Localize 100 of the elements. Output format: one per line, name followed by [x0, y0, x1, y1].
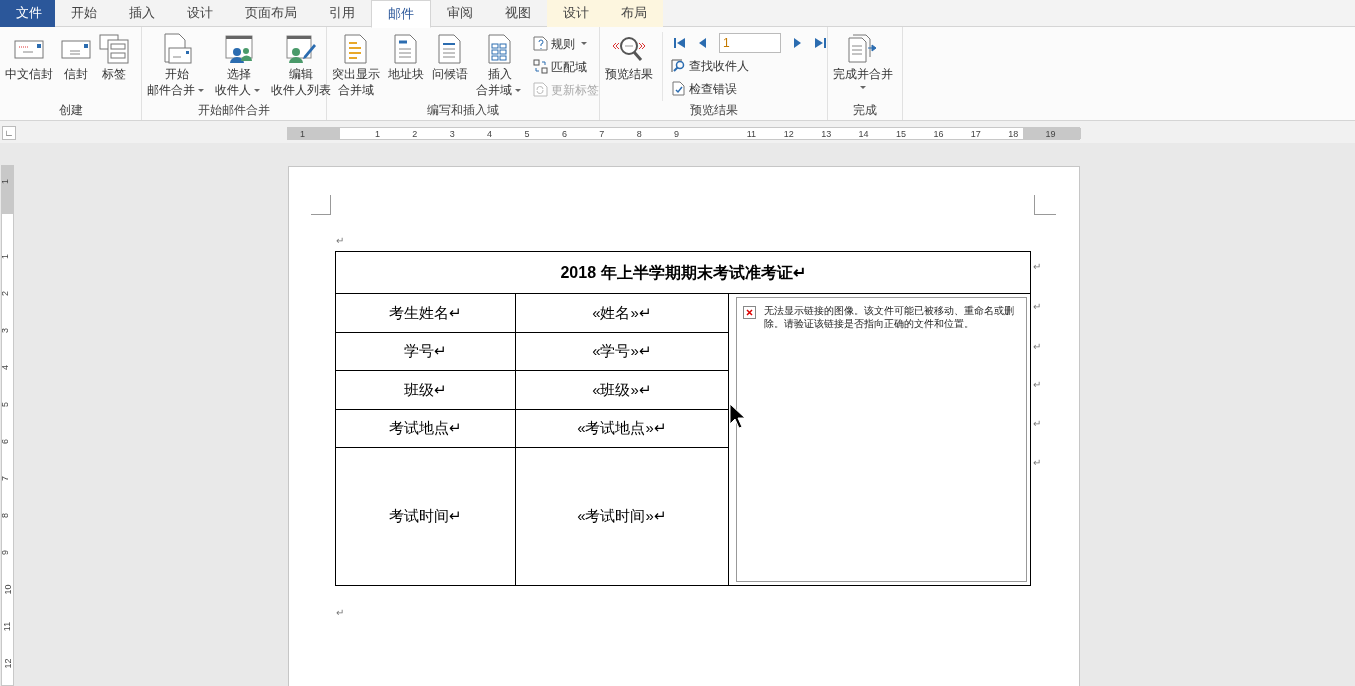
ruler-number: 12: [2, 658, 14, 669]
table-cell: 班级↵: [336, 371, 516, 409]
magnifier-icon: [611, 34, 647, 64]
ruler-number: 13: [821, 128, 832, 140]
ruler-number: 6: [0, 439, 11, 444]
row-end-mark: ↵: [1033, 378, 1041, 392]
ribbon-tab[interactable]: 开始: [55, 0, 113, 27]
address-document-icon: [394, 34, 418, 64]
ruler-number: 17: [970, 128, 981, 140]
highlighted-document-icon: [344, 34, 368, 64]
table-cell: 考生姓名↵: [336, 294, 516, 332]
caret-icon: [198, 88, 204, 92]
document-arrow-icon: [847, 34, 879, 64]
ruler-number: 6: [561, 128, 567, 140]
ribbon-tab[interactable]: 页面布局: [229, 0, 313, 27]
table-cell: «学号»↵: [516, 333, 729, 370]
ruler-number: 2: [412, 128, 418, 140]
group-label: 预览结果: [689, 102, 738, 119]
ribbon-button[interactable]: 完成并合并: [830, 32, 896, 101]
ruler-number: 7: [0, 476, 11, 481]
ruler-number: 9: [0, 550, 11, 555]
ribbon-tab[interactable]: 邮件: [371, 0, 431, 28]
table-cell: 考试地点↵: [336, 410, 516, 447]
grid-document-icon: [488, 34, 512, 64]
paragraph-mark: ↵: [336, 606, 344, 620]
ribbon-button[interactable]: 查找收件人: [671, 54, 829, 77]
ribbon-button[interactable]: 匹配域: [533, 55, 599, 78]
group-label: 开始邮件合并: [198, 102, 270, 119]
error-message: 无法显示链接的图像。该文件可能已被移动、重命名或删除。请验证该链接是否指向正确的文件和位置。: [764, 304, 1015, 331]
question-document-icon: [533, 36, 548, 51]
ruler-number: 16: [933, 128, 944, 140]
ribbon-button[interactable]: 选择 收件人: [212, 32, 266, 101]
row-end-mark: ↵: [1033, 456, 1041, 470]
ruler-number: 14: [858, 128, 869, 140]
group-label: 完成: [853, 102, 877, 119]
row-end-mark: ↵: [1033, 340, 1041, 354]
ruler-number: 5: [524, 128, 530, 140]
ribbon-button[interactable]: 标签: [96, 32, 132, 101]
people-pencil-icon: [285, 34, 317, 64]
ribbon-tab[interactable]: 引用: [313, 0, 371, 27]
group-label: 编写和插入域: [427, 102, 499, 119]
ruler-number: 8: [0, 513, 11, 518]
ruler-number: 3: [449, 128, 455, 140]
ruler-number: 15: [896, 128, 906, 140]
people-calendar-icon: [224, 34, 254, 64]
row-end-mark: ↵: [1033, 417, 1041, 431]
ruler-number: 1: [0, 254, 11, 259]
ribbon-tab[interactable]: 插入: [113, 0, 171, 27]
ruler-number: 8: [636, 128, 642, 140]
ruler-number: 3: [0, 328, 11, 333]
crop-mark: [311, 195, 331, 215]
ruler-number: 10: [2, 584, 14, 595]
document-icon: [438, 34, 462, 64]
ribbon-button[interactable]: 问候语: [429, 32, 471, 101]
ribbon-tab[interactable]: 设计: [547, 0, 605, 27]
ribbon-tab[interactable]: 审阅: [431, 0, 489, 27]
ruler-number: 11: [2, 621, 14, 632]
ruler-number: 1: [300, 128, 306, 140]
find-person-icon: [671, 58, 686, 73]
ribbon-button[interactable]: 规则: [533, 32, 599, 55]
vertical-ruler[interactable]: 1 1 2 3 4 5 6 7 8 9 10 11 12: [1, 165, 14, 686]
tab-selector-button[interactable]: ∟: [2, 126, 16, 140]
row-end-mark: ↵: [1033, 300, 1041, 314]
ruler-number: 5: [0, 402, 11, 407]
table-cell: 考试时间↵: [336, 448, 516, 585]
row-end-mark: ↵: [1033, 260, 1041, 274]
ribbon-tab[interactable]: 布局: [605, 0, 663, 27]
ribbon-tab[interactable]: 设计: [171, 0, 229, 27]
envelope-icon: [14, 38, 44, 60]
ruler-number: 11: [746, 128, 757, 140]
paragraph-mark: ↵: [336, 234, 344, 248]
ruler-number: 1: [374, 128, 380, 140]
caret-icon: [515, 88, 521, 92]
check-document-icon: [671, 81, 686, 96]
table-title: 2018 年上半学期期末考试准考证↵: [336, 252, 1030, 294]
ribbon-tab[interactable]: 视图: [489, 0, 547, 27]
ribbon-button[interactable]: 信封: [58, 32, 94, 101]
ruler-number: 9: [674, 128, 680, 140]
envelope-icon: [61, 38, 91, 60]
table-cell: «考试时间»↵: [516, 448, 729, 585]
envelope-document-icon: [162, 33, 192, 65]
ribbon-tab[interactable]: 文件: [0, 0, 55, 27]
ruler-number: 18: [1008, 128, 1019, 140]
ribbon-button[interactable]: 预览结果: [602, 32, 656, 101]
ruler-number: 2: [0, 291, 11, 296]
ribbon-button[interactable]: 开始 邮件合并: [144, 32, 210, 101]
ribbon-button[interactable]: 插入 合并域: [473, 32, 527, 101]
ruler-number: 12: [783, 128, 794, 140]
ruler-number: 19: [1045, 128, 1056, 140]
broken-image-icon: [743, 306, 756, 319]
ribbon-button[interactable]: 中文信封: [2, 32, 56, 101]
ribbon-button[interactable]: 检查错误: [671, 77, 829, 100]
ribbon-button[interactable]: 地址块: [385, 32, 427, 101]
ruler-number: 4: [0, 365, 11, 370]
horizontal-ruler[interactable]: 1 1 2 3 4 5 6 7 8 9 11 12 13 14 15 16 17 18 19: [287, 127, 1080, 140]
table-cell: 学号↵: [336, 333, 516, 370]
refresh-document-icon: [533, 82, 548, 97]
table-cell: «姓名»↵: [516, 294, 729, 332]
caret-icon: [860, 85, 866, 89]
caret-icon: [254, 88, 260, 92]
